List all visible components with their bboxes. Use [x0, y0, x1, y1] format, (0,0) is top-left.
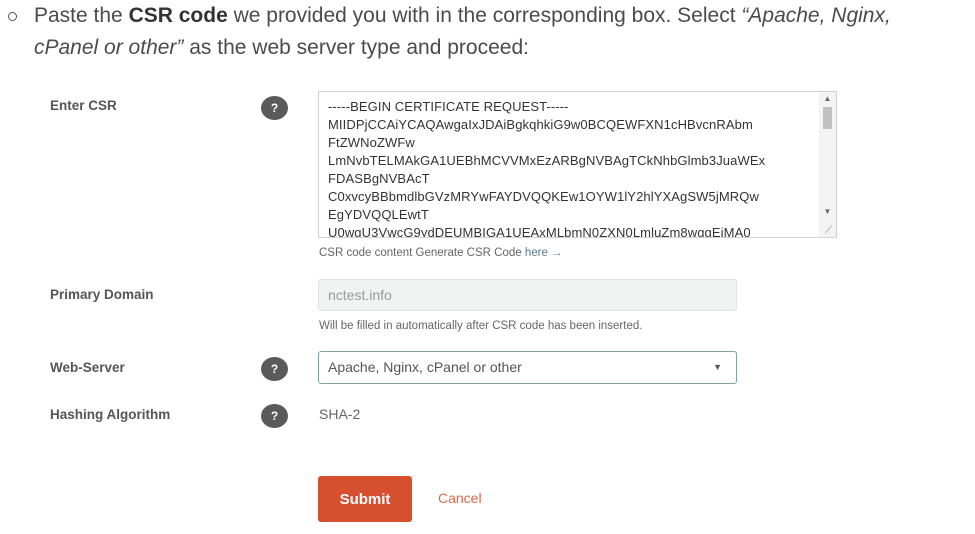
- primary-domain-hint: Will be filled in automatically after CS…: [319, 320, 643, 332]
- instruction-text: Paste the CSR code we provided you with …: [34, 4, 891, 59]
- generate-csr-link[interactable]: here →: [525, 247, 563, 259]
- web-server-select[interactable]: Apache, Nginx, cPanel or other ▼: [318, 351, 737, 384]
- scroll-up-icon[interactable]: ▲: [819, 92, 836, 106]
- primary-domain-label: Primary Domain: [50, 287, 154, 302]
- hashing-help-icon[interactable]: ?: [261, 404, 288, 428]
- primary-domain-input[interactable]: nctest.info: [318, 279, 737, 311]
- csr-hint: CSR code content Generate CSR Code here …: [319, 247, 563, 259]
- web-server-help-icon[interactable]: ?: [261, 357, 288, 381]
- bullet-icon: [8, 12, 17, 21]
- csr-help-icon[interactable]: ?: [261, 96, 288, 120]
- csr-scrollbar[interactable]: ▲ ▼: [819, 92, 836, 237]
- scroll-thumb[interactable]: [823, 107, 832, 129]
- web-server-label: Web-Server: [50, 360, 125, 375]
- submit-button[interactable]: Submit: [318, 476, 412, 522]
- resize-grip-icon[interactable]: ⟋: [825, 226, 835, 236]
- csr-textarea[interactable]: -----BEGIN CERTIFICATE REQUEST----- MIID…: [318, 91, 837, 238]
- hashing-algorithm-value: SHA-2: [319, 406, 361, 422]
- web-server-selected: Apache, Nginx, cPanel or other: [328, 359, 522, 375]
- hashing-algorithm-label: Hashing Algorithm: [50, 407, 171, 422]
- scroll-down-icon[interactable]: ▼: [819, 205, 836, 219]
- csr-text[interactable]: -----BEGIN CERTIFICATE REQUEST----- MIID…: [328, 98, 823, 237]
- cancel-link[interactable]: Cancel: [438, 490, 482, 506]
- csr-label: Enter CSR: [50, 98, 117, 113]
- chevron-down-icon: ▼: [713, 362, 722, 372]
